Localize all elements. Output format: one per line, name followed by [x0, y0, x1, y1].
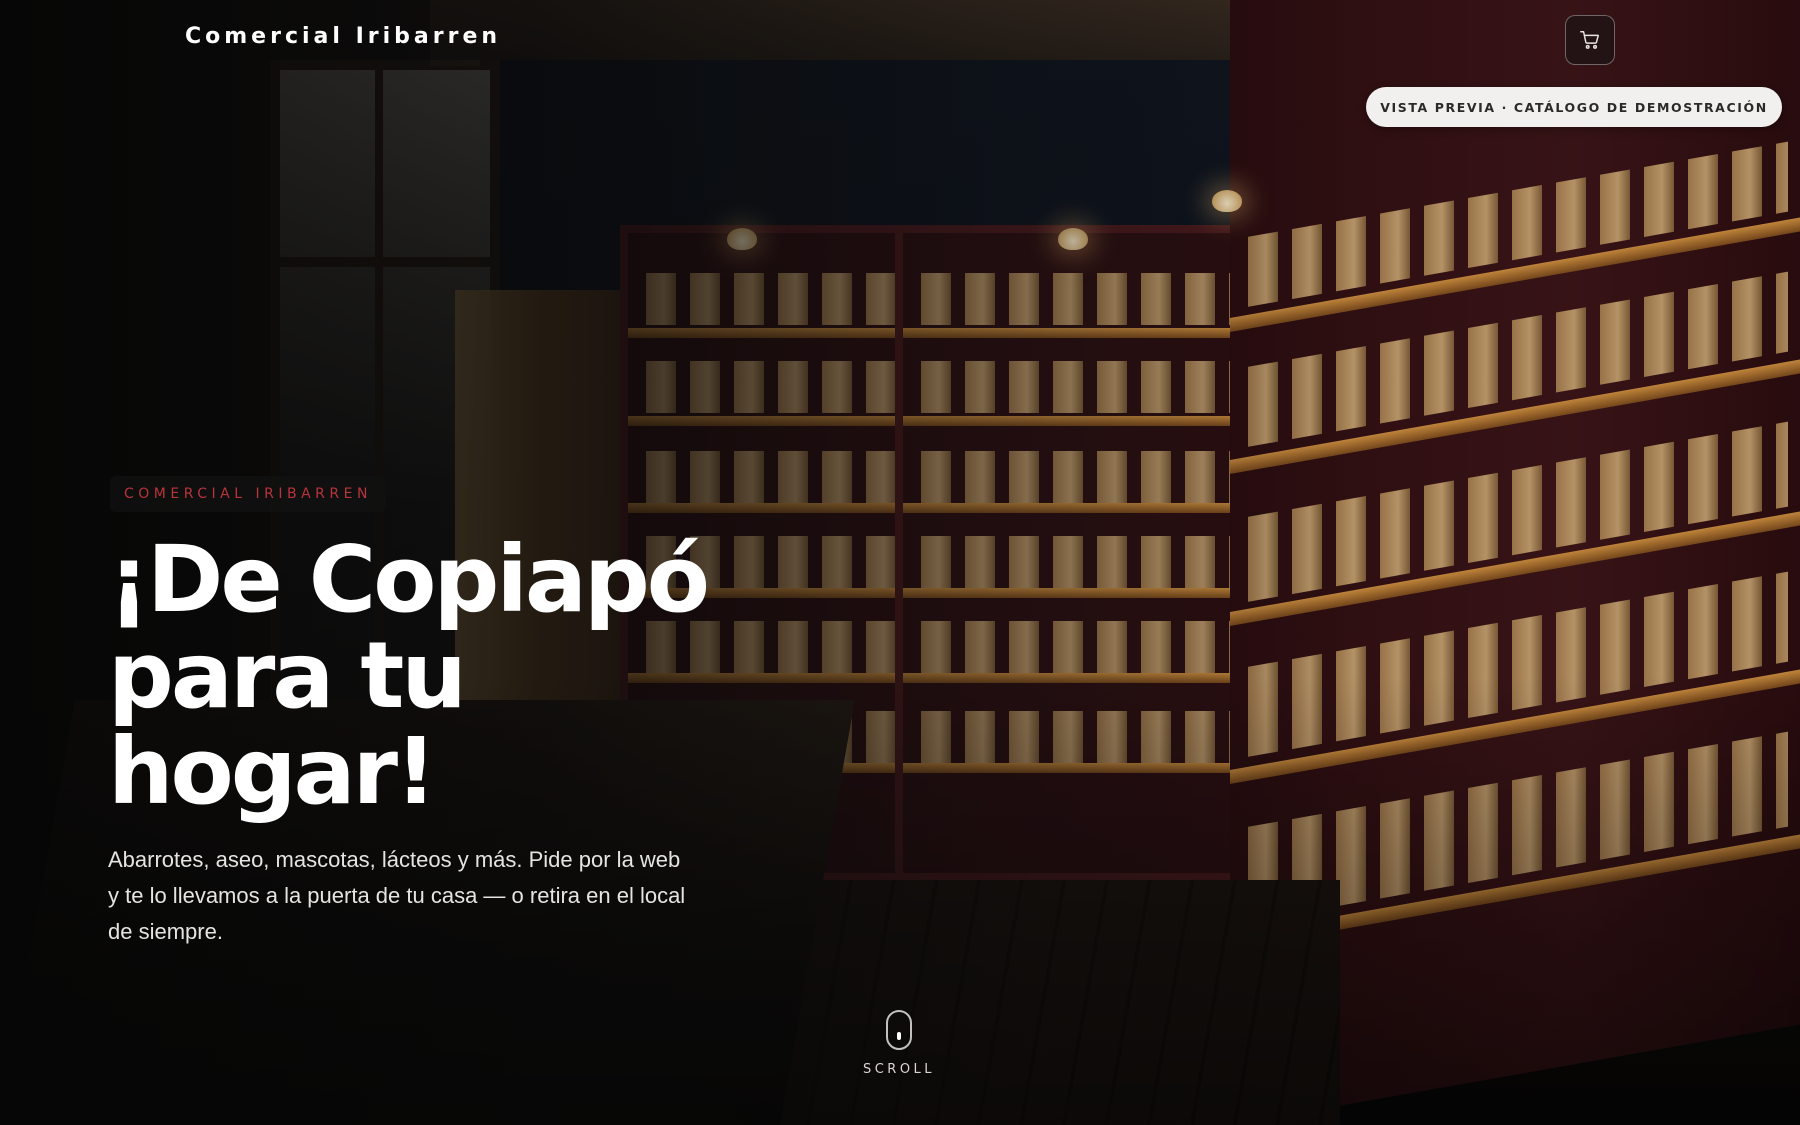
hero-section: Comercial Iribarren VISTA PREVIA · CATÁL…	[0, 0, 1800, 1125]
scroll-label: SCROLL	[862, 1062, 936, 1077]
scroll-indicator[interactable]: SCROLL	[856, 1010, 942, 1077]
hero-headline-line: para tu	[108, 622, 467, 729]
preview-catalog-badge: VISTA PREVIA · CATÁLOGO DE DEMOSTRACIÓN	[1366, 87, 1782, 127]
brand-logo-text[interactable]: Comercial Iribarren	[185, 24, 501, 49]
hero-headline-line: ¡De Copiapó	[108, 526, 710, 633]
cart-button[interactable]	[1565, 15, 1615, 65]
hero-headline-line: hogar!	[108, 718, 437, 825]
hero-subtitle: Abarrotes, aseo, mascotas, lácteos y más…	[108, 847, 686, 944]
shopping-cart-icon	[1580, 31, 1599, 49]
mouse-scroll-icon	[886, 1010, 912, 1050]
hero-eyebrow-label: COMERCIAL IRIBARREN	[110, 476, 386, 512]
hero-headline: ¡De Copiapó para tu hogar!	[108, 532, 828, 820]
